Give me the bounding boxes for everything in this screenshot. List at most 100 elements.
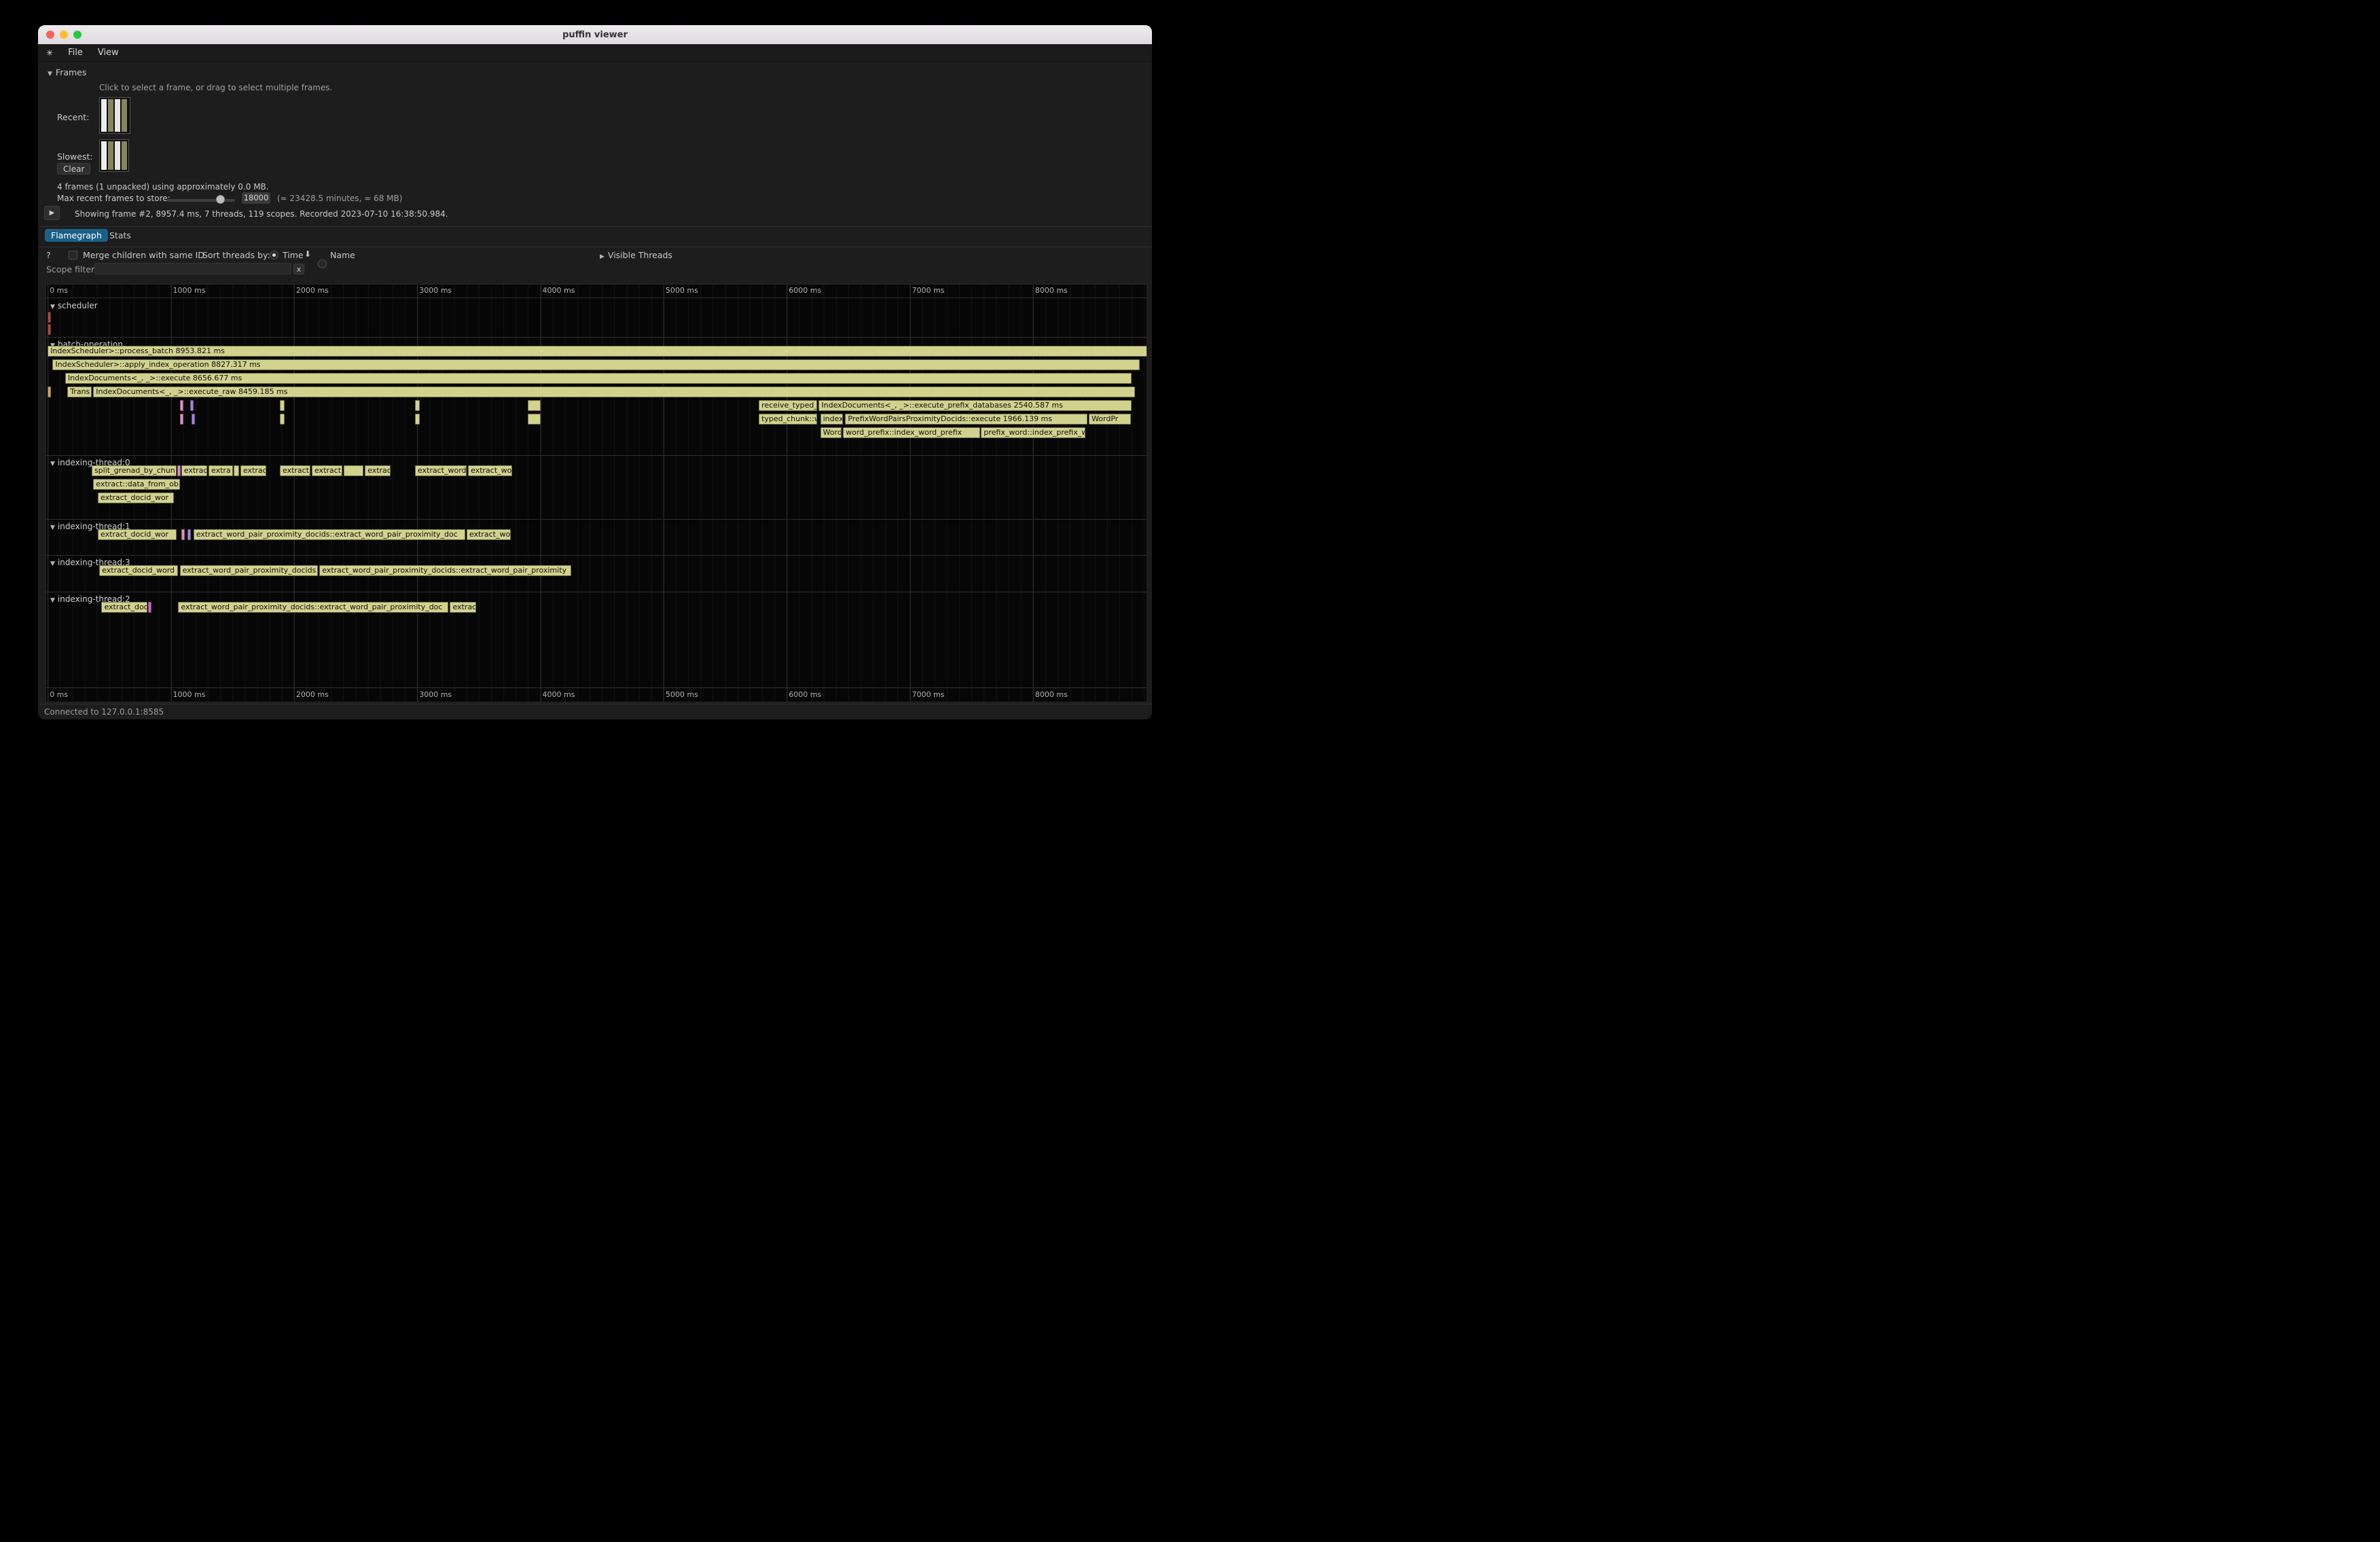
recent-frame-stripe[interactable] <box>101 99 107 132</box>
tab-stats[interactable]: Stats <box>103 229 137 242</box>
frames-section-header[interactable]: ▼Frames <box>48 67 86 77</box>
max-frames-slider[interactable] <box>167 195 235 204</box>
scope-bar[interactable]: extract <box>365 465 391 476</box>
scope-bar[interactable] <box>280 400 285 411</box>
scope-bar[interactable] <box>234 465 239 476</box>
window-title: puffin viewer <box>38 30 1152 40</box>
scope-bar[interactable]: extrac <box>450 602 475 613</box>
scope-bar[interactable]: extract_word <box>415 465 467 476</box>
scope-bar[interactable] <box>177 465 181 476</box>
scope-bar[interactable]: Word <box>821 427 842 438</box>
recent-frame-stripe[interactable] <box>122 99 127 132</box>
scope-bar[interactable]: extract_ <box>280 465 310 476</box>
scope-filter-input[interactable] <box>94 263 291 274</box>
scope-bar[interactable] <box>48 324 51 335</box>
scope-bar[interactable]: IndexDocuments<_, _>::execute 8656.677 m… <box>65 373 1132 384</box>
scope-bar[interactable] <box>180 400 183 411</box>
scope-bar[interactable]: receive_typed_ <box>759 400 817 411</box>
scope-bar[interactable] <box>344 465 363 476</box>
scope-bar[interactable]: prefix_word::index_prefix_wo <box>981 427 1085 438</box>
scope-bar[interactable] <box>280 414 285 425</box>
scope-bar[interactable] <box>415 400 420 411</box>
scope-bar[interactable]: extract_docid_wor <box>98 529 177 540</box>
ruler-top-tick-2000: 2000 ms <box>296 286 329 295</box>
scope-bar[interactable] <box>190 400 194 411</box>
maximize-window-button[interactable] <box>73 31 82 39</box>
scope-bar[interactable]: extract_docid_word <box>99 565 178 576</box>
merge-children-checkbox[interactable] <box>69 251 77 259</box>
play-icon: ▶ <box>50 209 55 217</box>
sort-by-time-radio[interactable] <box>270 251 278 259</box>
theme-toggle-icon[interactable]: ✳ <box>46 48 53 58</box>
scope-bar[interactable] <box>180 414 183 425</box>
scope-bar[interactable]: extra <box>209 465 233 476</box>
scope-bar[interactable]: Trans <box>67 387 92 397</box>
scope-bar[interactable] <box>48 387 51 397</box>
clear-frames-button[interactable]: Clear <box>57 163 90 175</box>
scope-bar[interactable]: IndexScheduler>::process_batch 8953.821 … <box>48 346 1147 357</box>
scope-bar[interactable]: extract_ <box>312 465 342 476</box>
recent-frames-thumbnail[interactable] <box>99 97 130 134</box>
scope-bar[interactable]: index <box>821 414 844 425</box>
scope-bar[interactable]: PrefixWordPairsProximityDocids::execute … <box>845 414 1087 425</box>
scope-bar[interactable]: split_grenad_by_chun <box>92 465 177 476</box>
recent-frame-stripe[interactable] <box>108 99 113 132</box>
visible-threads-toggle[interactable]: ▶Visible Threads <box>600 250 672 260</box>
separator <box>38 226 1152 227</box>
scope-bar[interactable] <box>187 529 191 540</box>
slowest-frame-stripe[interactable] <box>108 141 113 170</box>
scope-bar[interactable] <box>148 602 151 613</box>
sort-by-time-label[interactable]: Time <box>283 250 304 260</box>
thread-separator <box>46 519 1147 520</box>
scope-bar[interactable]: WordPr <box>1089 414 1131 425</box>
sort-direction-icon[interactable]: ⬇ <box>304 249 311 259</box>
showing-frame-text: Showing frame #2, 8957.4 ms, 7 threads, … <box>75 209 448 219</box>
merge-children-label[interactable]: Merge children with same ID <box>83 250 204 260</box>
scope-bar[interactable]: IndexDocuments<_, _>::execute_raw 8459.1… <box>93 387 1135 397</box>
scope-bar[interactable]: extract_wo <box>468 465 512 476</box>
scope-bar[interactable]: extract_word_pair_proximity_docids::extr… <box>319 565 571 576</box>
scope-filter-clear-button[interactable]: x <box>293 264 304 274</box>
scope-bar[interactable]: extract::data_from_ob <box>93 479 179 490</box>
recent-frame-stripe[interactable] <box>115 99 120 132</box>
slowest-frame-stripe[interactable] <box>115 141 120 170</box>
menu-item-file[interactable]: File <box>68 48 83 58</box>
thread-section-scheduler[interactable]: ▼scheduler <box>50 301 98 310</box>
scope-bar[interactable]: extract_doc <box>101 602 147 613</box>
sort-by-name-label[interactable]: Name <box>330 250 355 260</box>
minimize-window-button[interactable] <box>60 31 68 39</box>
scope-bar[interactable]: extract_word_pair_proximity_docids::extr… <box>178 602 448 613</box>
tab-flamegraph[interactable]: Flamegraph <box>45 229 108 242</box>
scope-bar[interactable]: extract_word_pair_proximity_docids <box>180 565 318 576</box>
slider-knob[interactable] <box>216 195 225 204</box>
scope-bar[interactable] <box>528 400 541 411</box>
scope-bar[interactable]: extract_word_pair_proximity_docids::extr… <box>194 529 465 540</box>
ruler-bottom-tick-0: 0 ms <box>50 690 68 699</box>
close-window-button[interactable] <box>46 31 54 39</box>
scope-bar[interactable]: extract_wo <box>467 529 511 540</box>
help-button[interactable]: ? <box>46 250 51 260</box>
scope-bar[interactable]: extract_docid_wor <box>98 492 174 503</box>
scope-bar[interactable] <box>48 312 51 323</box>
menu-item-view[interactable]: View <box>98 48 119 58</box>
scope-bar[interactable]: extract <box>181 465 207 476</box>
scope-bar[interactable]: IndexDocuments<_, _>::execute_prefix_dat… <box>818 400 1132 411</box>
max-frames-approx-text: (≈ 23428.5 minutes, ≈ 68 MB) <box>277 194 402 203</box>
scope-bar[interactable]: extrac <box>240 465 266 476</box>
frames-info-text: 4 frames (1 unpacked) using approximatel… <box>57 182 269 192</box>
slowest-frame-stripe[interactable] <box>122 141 127 170</box>
scope-bar[interactable] <box>192 414 195 425</box>
scope-bar[interactable]: typed_chunk::w <box>759 414 817 425</box>
scope-bar[interactable]: IndexScheduler>::apply_index_operation 8… <box>52 359 1140 370</box>
scope-bar[interactable] <box>181 529 185 540</box>
play-button[interactable]: ▶ <box>44 206 60 220</box>
scope-bar[interactable] <box>415 414 420 425</box>
sort-by-name-radio[interactable] <box>318 259 327 268</box>
scope-bar[interactable]: word_prefix::index_word_prefix <box>843 427 980 438</box>
slowest-frames-thumbnail[interactable] <box>99 139 129 172</box>
slowest-frame-stripe[interactable] <box>101 141 107 170</box>
max-frames-value[interactable]: 18000 <box>242 192 270 204</box>
scope-bar[interactable] <box>528 414 541 425</box>
ruler-bottom-tick-3000: 3000 ms <box>419 690 452 699</box>
flamegraph-canvas[interactable]: 0 ms0 ms1000 ms1000 ms2000 ms2000 ms3000… <box>46 284 1147 702</box>
